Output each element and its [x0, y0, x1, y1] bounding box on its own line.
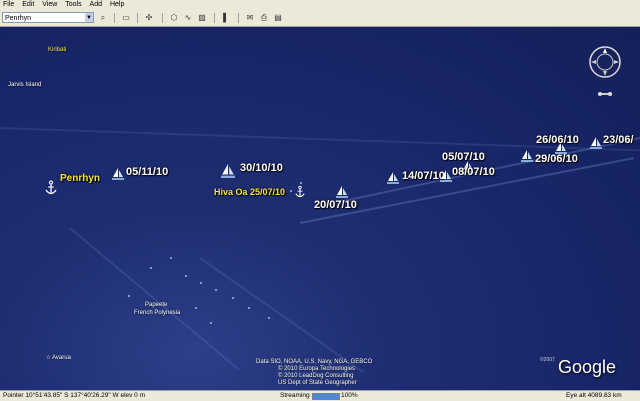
credit-line: © 2010 LeadDog Consulting [278, 373, 354, 379]
marker-label-30-10[interactable]: 30/10/10 [240, 162, 283, 174]
island [210, 322, 212, 324]
map-credits: Data SIO, NOAA, U.S. Navy, NGA, GEBCO © … [256, 359, 372, 387]
marker-label-05-07[interactable]: 05/07/10 [442, 151, 485, 163]
seafloor-ridge [69, 227, 240, 371]
sailboat-icon[interactable] [221, 164, 235, 178]
toolbar: Penrhyn ▼ ⌕ ▭ ✣ ⬡ ∿ ▨ ▌ ✉ ⎙ ▤ [0, 10, 640, 27]
place-label-jarvis: Jarvis Island [8, 82, 42, 88]
anchor-icon[interactable] [295, 185, 305, 199]
search-value: Penrhyn [5, 15, 32, 22]
place-label-papeete: Papeete [145, 302, 168, 308]
credit-line: US Dept of State Geographer [278, 380, 357, 386]
marker-label-29-06[interactable]: 29/06/10 [535, 153, 578, 165]
island [150, 267, 152, 269]
menu-help[interactable]: Help [110, 1, 124, 8]
toolbar-separator [214, 13, 215, 23]
island [185, 275, 187, 277]
map-view[interactable]: Kiribati Jarvis Island Papeete French Po… [0, 27, 640, 390]
star-icon: ☆ [46, 355, 52, 361]
search-input[interactable]: Penrhyn ▼ [2, 12, 94, 23]
sailboat-icon[interactable] [112, 168, 124, 180]
email-icon[interactable]: ✉ [244, 12, 256, 23]
menu-file[interactable]: File [3, 1, 14, 8]
island [215, 289, 217, 291]
sailboat-icon[interactable] [387, 172, 399, 184]
status-bar: Pointer 10°51'43.85" S 137°40'26.29" W e… [0, 390, 640, 401]
menu-bar: File Edit View Tools Add Help [0, 0, 640, 10]
menu-tools[interactable]: Tools [65, 1, 81, 8]
island [128, 295, 130, 297]
maps-icon[interactable]: ▤ [272, 12, 284, 23]
place-label-avarua: Avarua [52, 355, 71, 361]
streaming-progress [312, 393, 340, 400]
compass-icon[interactable] [588, 45, 622, 79]
toolbar-separator [137, 13, 138, 23]
menu-view[interactable]: View [42, 1, 57, 8]
marker-label-23-06[interactable]: 23/06/ [603, 134, 634, 146]
marker-label-hiva-oa[interactable]: Hiva Oa 25/07/10 [214, 187, 285, 197]
toolbar-separator [162, 13, 163, 23]
sailboat-icon[interactable] [590, 137, 602, 149]
place-label-kiribati: Kiribati [48, 47, 67, 53]
place-label-french-polynesia: French Polynesia [134, 310, 181, 316]
marker-label-14-07[interactable]: 14/07/10 [402, 170, 445, 182]
marker-label-26-06[interactable]: 26/06/10 [536, 134, 579, 146]
copyright-year: ©2007 [540, 357, 555, 363]
island [170, 257, 172, 259]
sailboat-icon[interactable] [336, 186, 348, 198]
menu-add[interactable]: Add [90, 1, 102, 8]
marker-label-08-07[interactable]: 08/07/10 [452, 166, 495, 178]
path-icon[interactable]: ∿ [182, 12, 194, 23]
island [200, 282, 202, 284]
marker-label-05-11[interactable]: 05/11/10 [126, 166, 168, 178]
polygon-icon[interactable]: ⬡ [168, 12, 180, 23]
search-icon[interactable]: ⌕ [97, 12, 109, 23]
sailboat-icon[interactable] [521, 150, 533, 162]
island [268, 317, 270, 319]
island [232, 297, 234, 299]
streaming-progress-fill [313, 394, 339, 399]
marker-label-penrhyn[interactable]: Penrhyn [60, 173, 100, 184]
island [300, 182, 302, 184]
sidebar-toggle-icon[interactable]: ▭ [120, 12, 132, 23]
anchor-icon[interactable] [45, 180, 57, 196]
placemark-icon[interactable]: ✣ [143, 12, 155, 23]
overlay-icon[interactable]: ▨ [196, 12, 208, 23]
island [195, 307, 197, 309]
sailboat-icon[interactable] [440, 170, 452, 182]
credit-line: Data SIO, NOAA, U.S. Navy, NGA, GEBCO [256, 359, 373, 365]
credit-line: © 2010 Europa Technologies [278, 366, 356, 372]
ruler-icon[interactable]: ▌ [220, 12, 232, 23]
toolbar-separator [114, 13, 115, 23]
print-icon[interactable]: ⎙ [258, 12, 270, 23]
menu-edit[interactable]: Edit [22, 1, 34, 8]
island [290, 190, 292, 192]
google-logo: Google [558, 357, 617, 377]
toolbar-separator [238, 13, 239, 23]
zoom-control-icon[interactable] [597, 89, 613, 99]
chevron-down-icon[interactable]: ▼ [85, 13, 93, 22]
island [248, 307, 250, 309]
marker-label-20-07[interactable]: 20/07/10 [314, 199, 357, 211]
